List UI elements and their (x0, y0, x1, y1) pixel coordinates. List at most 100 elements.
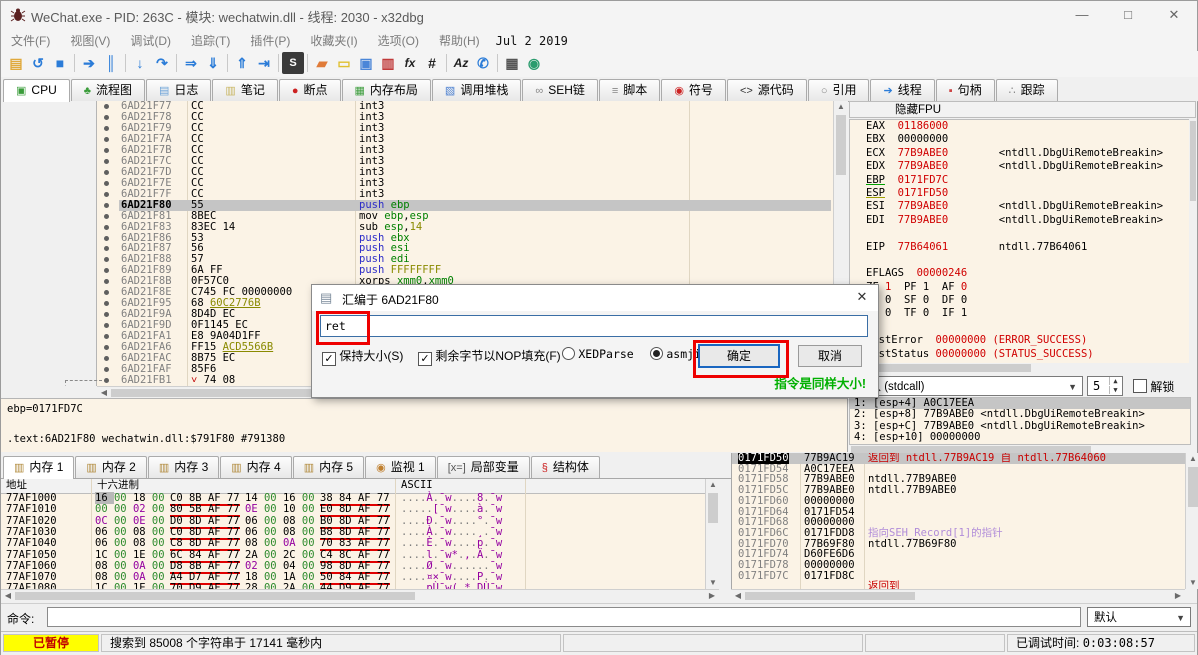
registers-list[interactable]: EAX 01186000EBX 00000000ECX 77B9ABE0 <nt… (849, 119, 1191, 365)
stack-row[interactable]: 0171FD54A0C17EEA (732, 464, 1186, 475)
tab-threads[interactable]: ➔线程 (870, 79, 934, 101)
stack-row[interactable]: 0171FD5877B9ABE0ntdll.77B9ABE0 (732, 474, 1186, 485)
register-row[interactable]: ZF 1 PF 1 AF 0 (850, 281, 1190, 294)
tab-trace[interactable]: ∴跟踪 (996, 79, 1058, 101)
stack-hscrollbar[interactable]: ◀ ▶ (731, 589, 1185, 602)
checkbox-icon[interactable] (1133, 379, 1147, 393)
tab-dump3[interactable]: ▥内存 3 (148, 456, 219, 478)
comments-icon[interactable]: ▭ (333, 52, 355, 74)
tab-dump4[interactable]: ▥内存 4 (220, 456, 291, 478)
stack-row[interactable]: 0171FD640171FD54 (732, 507, 1186, 518)
stack-vscrollbar[interactable]: ▲ ▼ (1185, 453, 1198, 589)
strings-icon[interactable]: Az (450, 52, 472, 74)
command-input[interactable] (47, 607, 1081, 627)
disasm-row[interactable]: 6AD21F8383EC 14sub esp,14 (1, 222, 847, 233)
hide-fpu-button[interactable]: 隐藏FPU (849, 101, 1196, 118)
tab-references[interactable]: ○引用 (808, 79, 870, 101)
tab-log[interactable]: ▤日志 (146, 79, 211, 101)
open-file-icon[interactable]: ▤ (5, 52, 27, 74)
register-row[interactable]: EAX 01186000 (850, 120, 1190, 133)
keep-size-checkbox[interactable]: ✓ 保持大小(S) (322, 347, 403, 366)
tab-dump1[interactable]: ▥内存 1 (3, 456, 74, 479)
command-script-select[interactable]: 默认▼ (1087, 607, 1191, 627)
close-button[interactable]: ✕ (1151, 1, 1197, 29)
register-row[interactable]: EIP 77B64061 ntdll.77B64061 (850, 241, 1190, 254)
stack-row[interactable]: 0171FD5C77B9ABE0ntdll.77B9ABE0 (732, 485, 1186, 496)
register-row[interactable]: ESI 77B9ABE0 <ntdll.DbgUiRemoteBreakin> (850, 200, 1190, 213)
tab-memmap[interactable]: ▦内存布局 (342, 79, 431, 101)
pause-icon[interactable]: ║ (100, 52, 122, 74)
update-globe-icon[interactable]: ◉ (523, 52, 545, 74)
radio-selected-icon[interactable] (650, 347, 663, 360)
breakpoint-dot-icon[interactable] (104, 334, 109, 339)
checkbox-checked-icon[interactable]: ✓ (418, 352, 432, 366)
disasm-row[interactable]: 6AD21F818BECmov ebp,esp (1, 211, 847, 222)
tab-source[interactable]: <>源代码 (727, 79, 807, 101)
register-row[interactable]: ECX 77B9ABE0 <ntdll.DbgUiRemoteBreakin> (850, 147, 1190, 160)
calling-convention-select[interactable]: 默认 (stdcall)▼ (851, 376, 1083, 396)
register-row[interactable]: EFLAGS 00000246 (850, 267, 1190, 280)
patches-icon[interactable]: ▰ (311, 52, 333, 74)
tab-watch1[interactable]: ◉监视 1 (365, 456, 436, 478)
breakpoint-dot-icon[interactable] (104, 356, 109, 361)
register-row[interactable] (850, 321, 1190, 334)
tab-seh[interactable]: ∞SEH链 (522, 79, 598, 101)
tab-notes[interactable]: ▥笔记 (212, 79, 277, 101)
breakpoint-dot-icon[interactable] (104, 104, 109, 109)
breakpoint-dot-icon[interactable] (104, 246, 109, 251)
register-row[interactable] (850, 254, 1190, 267)
arg-count-stepper[interactable]: 5 ▲ ▼ (1087, 376, 1123, 396)
breakpoint-dot-icon[interactable] (104, 115, 109, 120)
tab-cpu[interactable]: ▣CPU (3, 79, 70, 102)
menu-item[interactable]: 视图(V) (60, 29, 120, 52)
minimize-button[interactable]: — (1059, 1, 1105, 29)
step-over-icon[interactable]: ↷ (151, 52, 173, 74)
breakpoint-dot-icon[interactable] (104, 203, 109, 208)
menu-item[interactable]: 插件(P) (240, 29, 300, 52)
breakpoint-dot-icon[interactable] (104, 312, 109, 317)
menu-item[interactable]: 调试(D) (120, 29, 181, 52)
breakpoint-dot-icon[interactable] (104, 214, 109, 219)
breakpoint-dot-icon[interactable] (104, 126, 109, 131)
register-row[interactable]: OF 0 SF 0 DF 0 (850, 294, 1190, 307)
dialog-title-bar[interactable]: ▤ 汇编于 6AD21F80 ✕ (312, 285, 878, 311)
checkbox-checked-icon[interactable]: ✓ (322, 352, 336, 366)
breakpoint-dot-icon[interactable] (104, 236, 109, 241)
breakpoint-dot-icon[interactable] (104, 225, 109, 230)
register-row[interactable]: EBX 00000000 (850, 133, 1190, 146)
restart-icon[interactable]: ↺ (27, 52, 49, 74)
tab-breakpoints[interactable]: ●断点 (279, 79, 341, 101)
breakpoint-dot-icon[interactable] (104, 137, 109, 142)
functions-icon[interactable]: fx (399, 52, 421, 74)
radio-icon[interactable] (562, 347, 575, 360)
dump-hscrollbar[interactable]: ◀ ▶ (1, 589, 719, 602)
registers-vscrollbar[interactable] (1189, 119, 1197, 363)
breakpoint-dot-icon[interactable] (104, 367, 109, 372)
stack-row[interactable]: 0171FD5077B9AC19返回到 ntdll.77B9AC19 自 ntd… (732, 453, 1186, 464)
stack-row[interactable]: 0171FD7800000000 (732, 560, 1186, 571)
maximize-button[interactable]: □ (1105, 1, 1151, 29)
breakpoint-dot-icon[interactable] (104, 159, 109, 164)
dialog-close-icon[interactable]: ✕ (852, 289, 872, 307)
breakpoint-dot-icon[interactable] (104, 323, 109, 328)
register-row[interactable]: EDX 77B9ABE0 <ntdll.DbgUiRemoteBreakin> (850, 160, 1190, 173)
hash-icon[interactable]: # (421, 52, 443, 74)
breakpoint-dot-icon[interactable] (104, 279, 109, 284)
stack-row[interactable]: 0171FD74D60FE6D6 (732, 549, 1186, 560)
menu-item[interactable]: 追踪(T) (181, 29, 240, 52)
fill-nop-checkbox[interactable]: ✓ 剩余字节以NOP填充(F) (418, 347, 561, 366)
breakpoint-dot-icon[interactable] (104, 268, 109, 273)
argument-row[interactable]: 4: [esp+10] 00000000 (850, 432, 1190, 443)
step-into-icon[interactable]: ↓ (129, 52, 151, 74)
tab-graph[interactable]: ♣流程图 (71, 79, 145, 101)
register-row[interactable]: ESP 0171FD50 (850, 187, 1190, 200)
labels-icon[interactable]: ▣ (355, 52, 377, 74)
register-row[interactable]: LastError 00000000 (ERROR_SUCCESS) (850, 334, 1190, 347)
breakpoint-dot-icon[interactable] (104, 345, 109, 350)
tab-dump5[interactable]: ▥内存 5 (293, 456, 364, 478)
register-row[interactable]: EBP 0171FD7C (850, 174, 1190, 187)
breakpoint-dot-icon[interactable] (104, 170, 109, 175)
tab-script[interactable]: ≡脚本 (599, 79, 660, 101)
menu-item[interactable]: 帮助(H) (429, 29, 490, 52)
unlock-checkbox[interactable]: 解锁 (1133, 378, 1174, 395)
